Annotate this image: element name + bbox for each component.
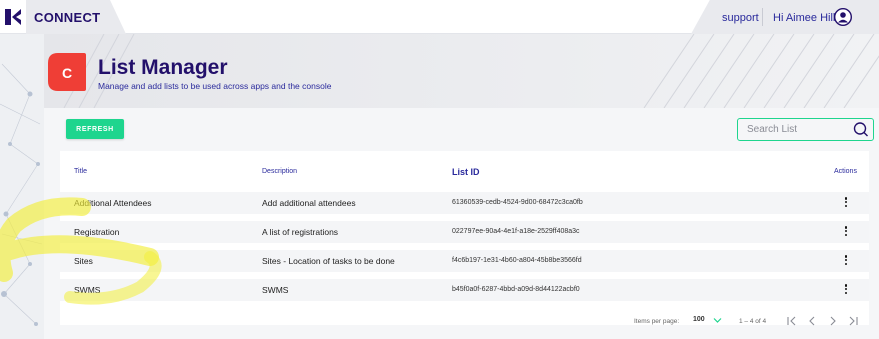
row-title: Additional Attendees: [74, 198, 152, 208]
col-description-header[interactable]: Description: [262, 168, 297, 175]
support-link[interactable]: support: [722, 12, 759, 24]
row-description: A list of registrations: [262, 227, 339, 237]
page-subtitle: Manage and add lists to be used across a…: [98, 81, 332, 91]
app-c-icon: C: [48, 53, 86, 91]
table-row[interactable]: SWMS SWMS b45f0a0f-6287-4bbd-a09d-8d4412…: [60, 279, 869, 301]
last-page-icon[interactable]: [847, 315, 859, 327]
col-title-header[interactable]: Title: [74, 168, 87, 175]
k-logo-icon[interactable]: [4, 7, 24, 27]
top-bar: CONNECT support Hi Aimee Hills!: [0, 0, 879, 34]
first-page-icon[interactable]: [786, 315, 798, 327]
row-title: SWMS: [74, 285, 101, 295]
col-listid-header[interactable]: List ID: [452, 167, 480, 177]
row-description: Add additional attendees: [262, 198, 356, 208]
search-box: [737, 118, 874, 141]
prev-page-icon[interactable]: [806, 315, 818, 327]
app-letter: C: [62, 65, 72, 81]
next-page-icon[interactable]: [827, 315, 839, 327]
row-description: Sites - Location of tasks to be done: [262, 256, 395, 266]
row-title: Sites: [74, 256, 93, 266]
table-row[interactable]: Additional Attendees Add additional atte…: [60, 192, 869, 214]
search-icon[interactable]: [852, 121, 869, 138]
row-title: Registration: [74, 227, 120, 237]
page-range-label: 1 – 4 of 4: [739, 318, 767, 325]
chevron-down-icon[interactable]: [713, 317, 722, 324]
items-per-page-label: Items per page:: [634, 318, 680, 325]
refresh-button[interactable]: REFRESH: [66, 119, 124, 139]
more-vert-icon[interactable]: [843, 197, 849, 209]
row-description: SWMS: [262, 285, 289, 295]
side-network-decoration: [0, 34, 44, 339]
user-avatar-icon[interactable]: [834, 8, 852, 26]
search-input[interactable]: [738, 119, 848, 140]
table-row[interactable]: Registration A list of registrations 022…: [60, 221, 869, 243]
topbar-divider: [762, 8, 763, 26]
row-list-id: f4c6b197-1e31-4b60-a804-45b8be3566fd: [452, 257, 582, 264]
row-list-id: 022797ee-90a4-4e1f-a18e-2529ff408a3c: [452, 228, 580, 235]
more-vert-icon[interactable]: [843, 255, 849, 267]
row-list-id: b45f0a0f-6287-4bbd-a09d-8d44122acbf0: [452, 286, 580, 293]
page-title: List Manager: [98, 56, 228, 79]
more-vert-icon[interactable]: [843, 284, 849, 296]
table-header: Title Description List ID Actions: [60, 151, 869, 189]
more-vert-icon[interactable]: [843, 226, 849, 238]
col-actions-header: Actions: [834, 168, 857, 175]
brand-name: CONNECT: [34, 10, 101, 25]
table-row[interactable]: Sites Sites - Location of tasks to be do…: [60, 250, 869, 272]
items-per-page-select[interactable]: 100: [693, 316, 705, 323]
row-list-id: 61360539-cedb-4524-9d00-68472c3ca0fb: [452, 199, 583, 206]
lists-table: Title Description List ID Actions Additi…: [60, 151, 869, 325]
